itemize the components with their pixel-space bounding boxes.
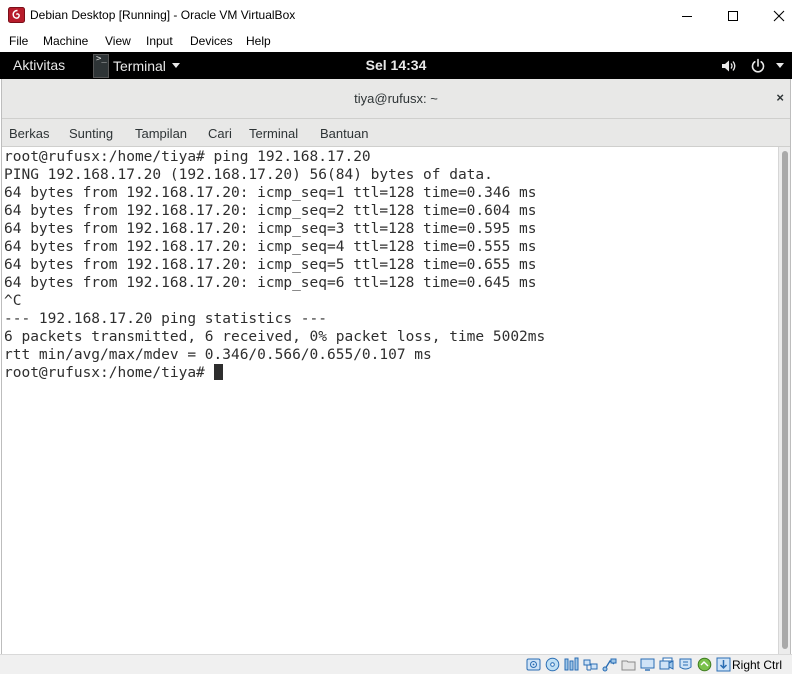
terminal-menu-tampilan[interactable]: Tampilan: [135, 126, 187, 141]
optical-disk-icon[interactable]: [545, 657, 560, 672]
terminal-menu-cari[interactable]: Cari: [208, 126, 232, 141]
maximize-button[interactable]: [710, 0, 756, 31]
terminal-line: 64 bytes from 192.168.17.20: icmp_seq=3 …: [4, 221, 537, 237]
power-icon[interactable]: [750, 52, 766, 79]
recording-icon[interactable]: [678, 657, 693, 672]
window-titlebar: Debian Desktop [Running] - Oracle VM Vir…: [0, 0, 792, 31]
terminal-title: tiya@rufusx: ~: [354, 91, 438, 106]
terminal-prompt-line: root@rufusx:/home/tiya#: [4, 364, 223, 382]
menu-view[interactable]: View: [105, 34, 131, 48]
menu-machine[interactable]: Machine: [43, 34, 88, 48]
menu-devices[interactable]: Devices: [190, 34, 233, 48]
terminal-menu-terminal[interactable]: Terminal: [249, 126, 298, 141]
terminal-line: 64 bytes from 192.168.17.20: icmp_seq=5 …: [4, 257, 537, 273]
audio-icon[interactable]: [564, 657, 579, 672]
terminal-line: root@rufusx:/home/tiya# ping 192.168.17.…: [4, 149, 371, 165]
terminal-line: 64 bytes from 192.168.17.20: icmp_seq=4 …: [4, 239, 537, 255]
terminal-line: 64 bytes from 192.168.17.20: icmp_seq=6 …: [4, 275, 537, 291]
virtualbox-debian-icon[interactable]: [8, 7, 25, 23]
terminal-line: 6 packets transmitted, 6 received, 0% pa…: [4, 329, 546, 345]
shared-folders-icon[interactable]: [621, 657, 636, 672]
terminal-line: ^C: [4, 293, 22, 309]
gnome-top-bar: Aktivitas >_ Terminal Sel 14:34: [0, 52, 792, 79]
window-title: Debian Desktop [Running] - Oracle VM Vir…: [30, 8, 296, 22]
display-icon[interactable]: [640, 657, 655, 672]
terminal-prompt: root@rufusx:/home/tiya#: [4, 365, 214, 381]
terminal-line: 64 bytes from 192.168.17.20: icmp_seq=1 …: [4, 185, 537, 201]
host-key-label: Right Ctrl: [731, 658, 782, 672]
terminal-app-icon: >_: [93, 53, 109, 78]
terminal-line: rtt min/avg/max/mdev = 0.346/0.566/0.655…: [4, 347, 432, 363]
minimize-button[interactable]: [664, 0, 710, 31]
terminal-app-icon-glyph: >_: [96, 53, 107, 64]
caret-down-icon: [171, 63, 180, 68]
terminal-scrollbar-thumb[interactable]: [782, 151, 788, 649]
terminal-line: 64 bytes from 192.168.17.20: icmp_seq=2 …: [4, 203, 537, 219]
status-menu-caret-icon[interactable]: [776, 52, 784, 79]
clock-button[interactable]: Sel 14:34: [366, 57, 427, 73]
terminal-cursor: [213, 364, 223, 380]
close-icon: [773, 10, 785, 21]
terminal-close-button[interactable]: ×: [776, 90, 784, 105]
terminal-menubar: Berkas Sunting Tampilan Cari Terminal Ba…: [2, 119, 790, 147]
menu-input[interactable]: Input: [146, 34, 173, 48]
menu-file[interactable]: File: [9, 34, 28, 48]
terminal-menu-sunting[interactable]: Sunting: [69, 126, 113, 141]
cpu-icon[interactable]: [697, 657, 712, 672]
app-menu-label: Terminal: [113, 57, 166, 74]
close-button[interactable]: [756, 0, 792, 31]
terminal-menu-berkas[interactable]: Berkas: [9, 126, 49, 141]
network-icon[interactable]: [583, 657, 598, 672]
terminal-header-bar: tiya@rufusx: ~ ×: [2, 79, 790, 119]
mouse-integration-icon[interactable]: [716, 657, 731, 672]
terminal-menu-bantuan[interactable]: Bantuan: [320, 126, 368, 141]
app-menu-button[interactable]: >_ Terminal: [93, 52, 180, 79]
minimize-icon: [682, 15, 692, 17]
virtualbox-menubar: File Machine View Input Devices Help: [0, 31, 792, 52]
terminal-output-area[interactable]: root@rufusx:/home/tiya# ping 192.168.17.…: [2, 147, 778, 654]
virtualbox-statusbar: Right Ctrl: [0, 654, 792, 674]
hard-disk-icon[interactable]: [526, 657, 541, 672]
terminal-window: tiya@rufusx: ~ × Berkas Sunting Tampilan…: [1, 79, 791, 654]
menu-help[interactable]: Help: [246, 34, 271, 48]
volume-icon[interactable]: [721, 52, 737, 79]
terminal-line: PING 192.168.17.20 (192.168.17.20) 56(84…: [4, 167, 493, 183]
terminal-scrollbar[interactable]: [778, 147, 790, 654]
video-capture-icon[interactable]: [659, 657, 674, 672]
activities-button[interactable]: Aktivitas: [13, 57, 65, 73]
usb-icon[interactable]: [602, 657, 617, 672]
terminal-line: --- 192.168.17.20 ping statistics ---: [4, 311, 328, 327]
maximize-icon: [728, 10, 738, 21]
